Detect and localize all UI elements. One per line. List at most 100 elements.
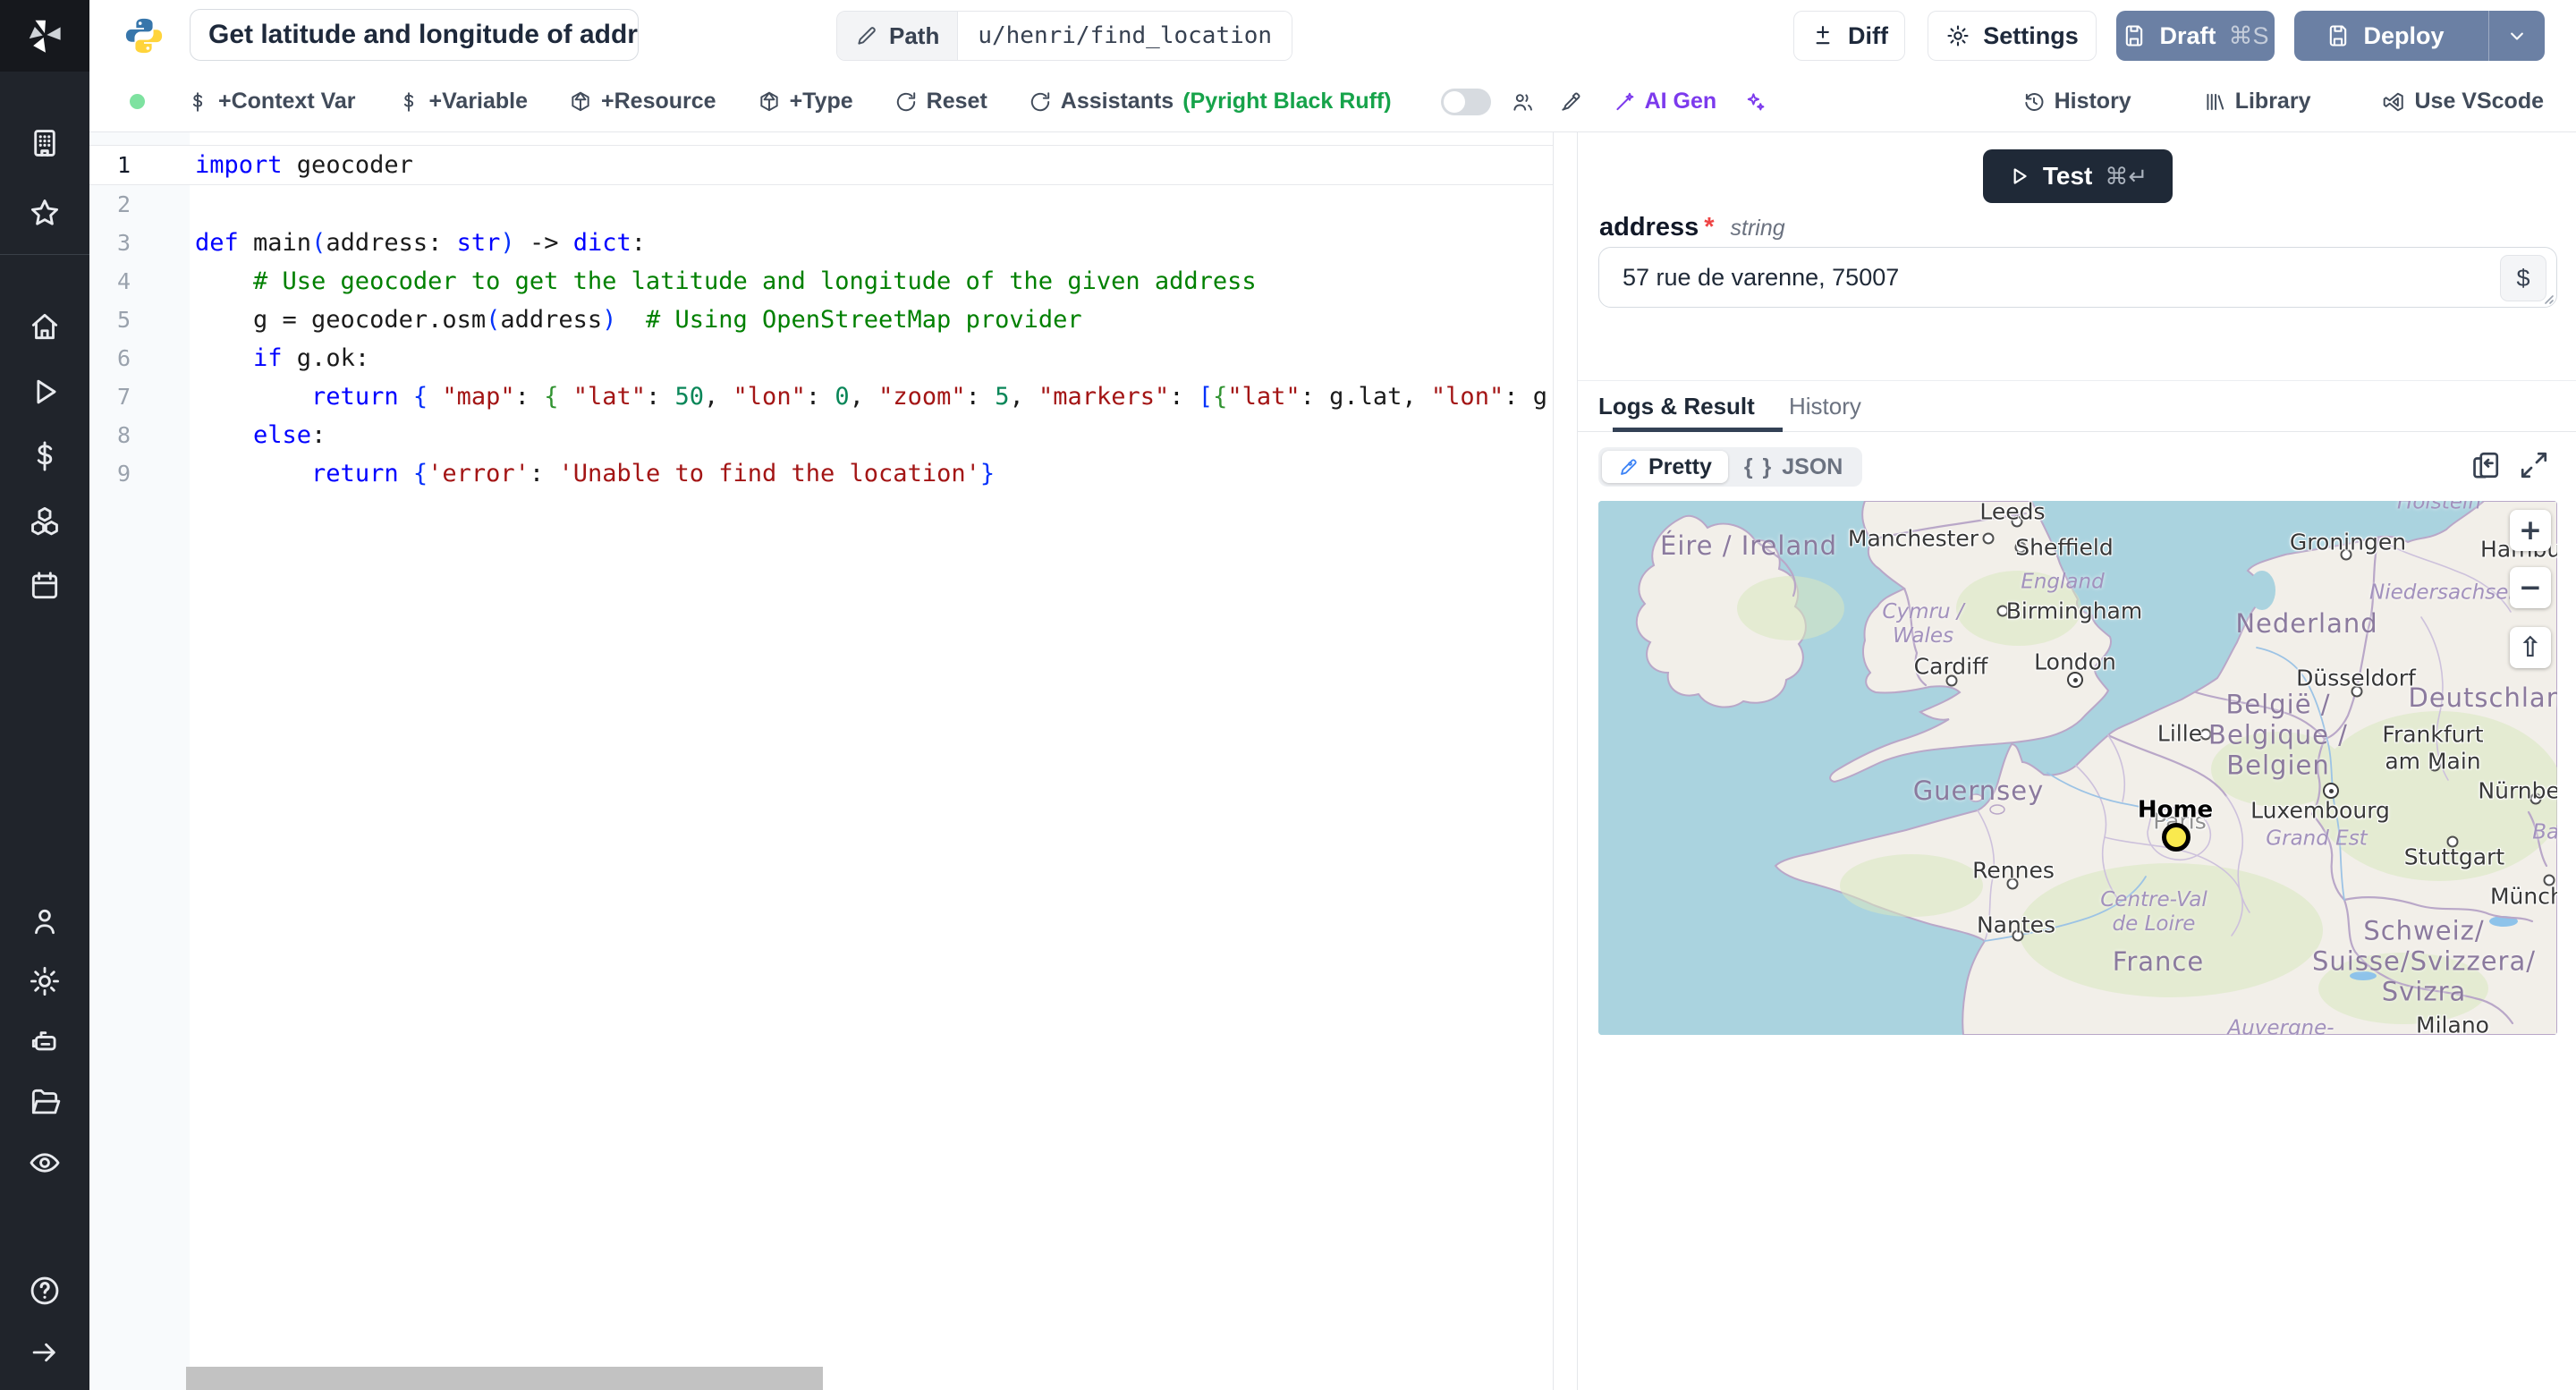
- toggle-switch[interactable]: [1440, 88, 1491, 115]
- code-line: 5 g = geocoder.osm(address) # Using Open…: [89, 301, 1553, 339]
- diff-button[interactable]: Diff: [1793, 11, 1905, 61]
- add-resource-button[interactable]: +Resource: [569, 89, 716, 114]
- run-panel: Test ⌘↵ address * string 57 rue de varen…: [1577, 132, 2576, 1390]
- user-icon[interactable]: [28, 904, 62, 938]
- library-button[interactable]: Library: [2203, 89, 2310, 114]
- path-value[interactable]: u/henri/find_location: [957, 12, 1292, 60]
- dollar-icon[interactable]: [28, 439, 62, 473]
- map-place-label: France: [2112, 945, 2205, 977]
- line-number: 5: [116, 307, 131, 333]
- map-zoom-out-button[interactable]: −: [2510, 567, 2551, 608]
- assistants-button[interactable]: Assistants (Pyright Black Ruff): [1029, 89, 1392, 114]
- star-icon[interactable]: [28, 196, 62, 230]
- deploy-main[interactable]: Deploy: [2294, 11, 2476, 61]
- test-button[interactable]: Test ⌘↵: [1982, 149, 2173, 203]
- code-text: g = geocoder.osm(address) # Using OpenSt…: [195, 306, 1082, 334]
- add-type-button[interactable]: +Type: [758, 89, 853, 114]
- windmill-logo[interactable]: [0, 0, 89, 72]
- map-place-label: Nürnberg: [2478, 777, 2557, 804]
- vscode-button[interactable]: Use VScode: [2382, 89, 2544, 114]
- eye-icon[interactable]: [28, 1146, 62, 1180]
- cubes-icon[interactable]: [28, 504, 62, 538]
- gear-icon[interactable]: [28, 964, 62, 998]
- refresh-icon: [896, 91, 915, 111]
- play-icon[interactable]: [28, 375, 62, 409]
- building-icon[interactable]: [28, 126, 62, 160]
- code-text: if g.ok:: [253, 344, 370, 372]
- wand-icon: [1616, 92, 1633, 110]
- chevron-down-icon: [2511, 32, 2523, 40]
- map-place-label: Düsseldorf: [2296, 665, 2416, 691]
- calendar-icon[interactable]: [28, 569, 62, 603]
- history-button[interactable]: History: [2022, 89, 2131, 114]
- library-icon: [2207, 93, 2224, 110]
- result-map[interactable]: LeedsManchesterSheffieldGroningenHamburg…: [1598, 501, 2557, 1035]
- view-pretty-option[interactable]: Pretty: [1602, 451, 1728, 483]
- home-marker[interactable]: [2162, 823, 2190, 852]
- field-type: string: [1730, 216, 1785, 241]
- arrow-right-icon[interactable]: [28, 1335, 62, 1369]
- map-place-label: Frankfurt am Main: [2382, 721, 2484, 775]
- map-place-label: België / Belgique / Belgien: [2208, 689, 2348, 782]
- map-place-label: Nantes: [1976, 911, 2056, 938]
- result-tabs: Logs & Result History: [1578, 381, 2576, 432]
- map-locate-button[interactable]: ⇧: [2510, 627, 2551, 668]
- map-place-label: München: [2489, 883, 2557, 910]
- settings-button[interactable]: Settings: [1928, 11, 2097, 61]
- address-value: 57 rue de varenne, 75007: [1623, 263, 1900, 291]
- reset-button[interactable]: Reset: [894, 89, 987, 114]
- line-number: 8: [116, 422, 131, 448]
- folder-icon[interactable]: [28, 1085, 62, 1119]
- history-icon: [2024, 92, 2044, 111]
- dollar-icon: [403, 91, 413, 112]
- script-title-input[interactable]: Get latitude and longitude of address: [190, 9, 639, 61]
- add-variable-button[interactable]: +Variable: [397, 89, 528, 114]
- required-asterisk: *: [1704, 213, 1715, 242]
- code-line: 4 # Use geocoder to get the latitude and…: [89, 262, 1553, 301]
- map-place-label: Rennes: [1972, 857, 2055, 884]
- map-place-label: Manchester: [1847, 525, 1979, 552]
- map-place-label: Cymru / Wales: [1882, 599, 1964, 648]
- path-label: Path: [837, 12, 958, 60]
- robot-icon[interactable]: [28, 1025, 62, 1059]
- argument-row: address * string: [1599, 213, 1785, 242]
- code-text: return { "map": { "lat": 50, "lon": 0, "…: [311, 383, 1547, 411]
- ai-gen-button[interactable]: AI Gen: [1613, 89, 1716, 114]
- map-place-label: Centre-Val de Loire: [2100, 887, 2207, 936]
- sparkles-icon[interactable]: [1743, 90, 1767, 114]
- map-place-label: Schweiz/ Suisse/Svizzera/ Svizra: [2311, 915, 2537, 1008]
- draft-button[interactable]: Draft ⌘S: [2116, 11, 2275, 61]
- copy-result-icon[interactable]: [2470, 449, 2502, 481]
- view-json-option[interactable]: { } JSON: [1728, 451, 1860, 483]
- map-zoom-in-button[interactable]: +: [2510, 510, 2551, 551]
- tab-history[interactable]: History: [1789, 381, 1861, 431]
- braces-icon: { }: [1743, 453, 1774, 479]
- left-sidebar: [0, 0, 89, 1390]
- tab-logs-result[interactable]: Logs & Result: [1598, 381, 1783, 432]
- home-icon[interactable]: [28, 309, 62, 343]
- help-icon[interactable]: [28, 1274, 62, 1308]
- map-place-label: Luxembourg: [2250, 797, 2390, 824]
- map-place-label: Leeds: [1979, 501, 2046, 525]
- code-line: 3 def main(address: str) -> dict:: [89, 224, 1553, 262]
- path-field[interactable]: Path u/henri/find_location: [836, 11, 1293, 61]
- map-place-label: Guernsey: [1912, 775, 2045, 806]
- address-input[interactable]: 57 rue de varenne, 75007 $: [1598, 247, 2557, 308]
- draft-shortcut: ⌘S: [2228, 21, 2269, 49]
- deploy-dropdown-button[interactable]: [2488, 11, 2545, 61]
- collaborators-icon[interactable]: [1511, 90, 1534, 114]
- code-editor[interactable]: 1 import geocoder 2 3 def main(address: str)…: [89, 132, 1554, 1390]
- save-icon: [2126, 25, 2143, 47]
- city-dot: [1982, 532, 1995, 545]
- status-dot: [130, 94, 145, 109]
- field-name: address: [1599, 213, 1699, 242]
- add-context-var-button[interactable]: +Context Var: [186, 89, 356, 114]
- deploy-button[interactable]: Deploy: [2294, 11, 2545, 61]
- map-place-label: Groningen: [2289, 529, 2407, 555]
- resize-handle-icon[interactable]: [2540, 291, 2555, 305]
- expand-result-icon[interactable]: [2518, 449, 2550, 481]
- horizontal-scrollbar[interactable]: [186, 1367, 823, 1390]
- python-icon: [123, 15, 165, 56]
- format-brush-icon[interactable]: [1559, 90, 1582, 114]
